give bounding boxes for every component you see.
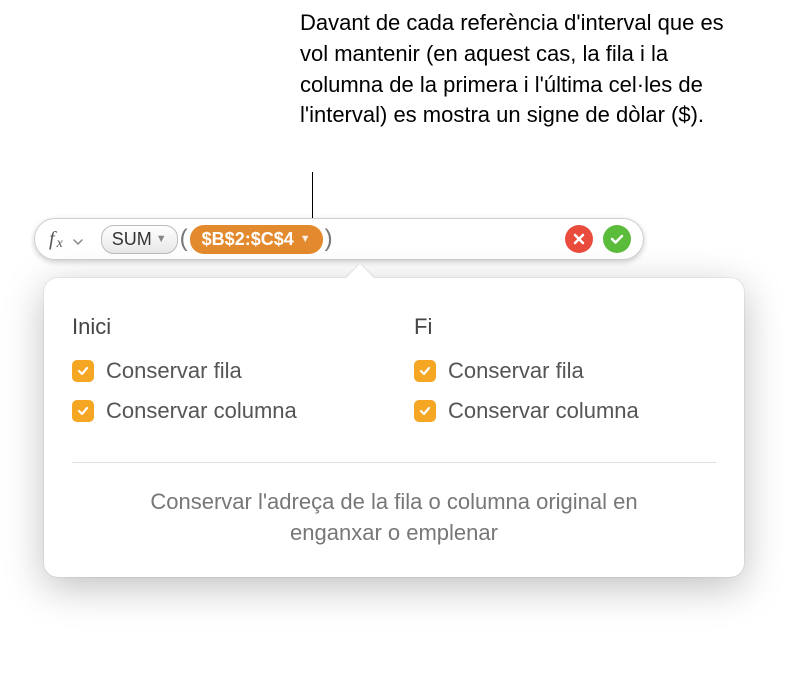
checkbox-checked[interactable] [72,360,94,382]
annotation-text: Davant de cada referència d'interval que… [300,8,750,131]
confirm-button[interactable] [603,225,631,253]
checkbox-checked[interactable] [72,400,94,422]
popover-arrow [346,264,374,278]
end-header: Fi [414,314,716,340]
fx-label: f [49,228,55,251]
checkbox-label: Conservar fila [106,358,242,384]
range-token[interactable]: $B$2:$C$4 ▼ [190,225,323,254]
check-icon [609,231,625,247]
chevron-down-icon [73,234,83,244]
start-column: Inici Conservar fila Conservar columna [72,314,374,438]
fx-button[interactable]: fx [39,228,93,251]
checkbox-label: Conservar columna [106,398,297,424]
caret-down-icon: ▼ [300,233,311,245]
check-icon [76,364,90,378]
cancel-button[interactable] [565,225,593,253]
checkbox-label: Conservar fila [448,358,584,384]
start-header: Inici [72,314,374,340]
range-ref: $B$2:$C$4 [202,229,294,250]
end-preserve-col[interactable]: Conservar columna [414,398,716,424]
check-icon [418,364,432,378]
formula-actions [557,225,639,253]
checkbox-checked[interactable] [414,400,436,422]
formula-bar-container: fx SUM ▼ ( $B$2:$C$4 ▼ ) [34,218,644,260]
divider [72,462,716,463]
end-preserve-row[interactable]: Conservar fila [414,358,716,384]
close-icon [572,232,586,246]
checkbox-label: Conservar columna [448,398,639,424]
popover-grid: Inici Conservar fila Conservar columna F… [72,314,716,438]
function-name: SUM [112,229,152,250]
open-paren: ( [180,225,188,253]
start-preserve-row[interactable]: Conservar fila [72,358,374,384]
start-preserve-col[interactable]: Conservar columna [72,398,374,424]
caret-down-icon: ▼ [156,233,167,245]
check-icon [76,404,90,418]
preserve-reference-popover: Inici Conservar fila Conservar columna F… [44,278,744,577]
fx-sub: x [57,236,63,252]
formula-content[interactable]: SUM ▼ ( $B$2:$C$4 ▼ ) [93,225,557,254]
end-column: Fi Conservar fila Conservar columna [414,314,716,438]
popover-footer-text: Conservar l'adreça de la fila o columna … [72,487,716,549]
function-token[interactable]: SUM ▼ [101,225,178,254]
checkbox-checked[interactable] [414,360,436,382]
formula-bar: fx SUM ▼ ( $B$2:$C$4 ▼ ) [34,218,644,260]
close-paren: ) [325,225,333,253]
check-icon [418,404,432,418]
